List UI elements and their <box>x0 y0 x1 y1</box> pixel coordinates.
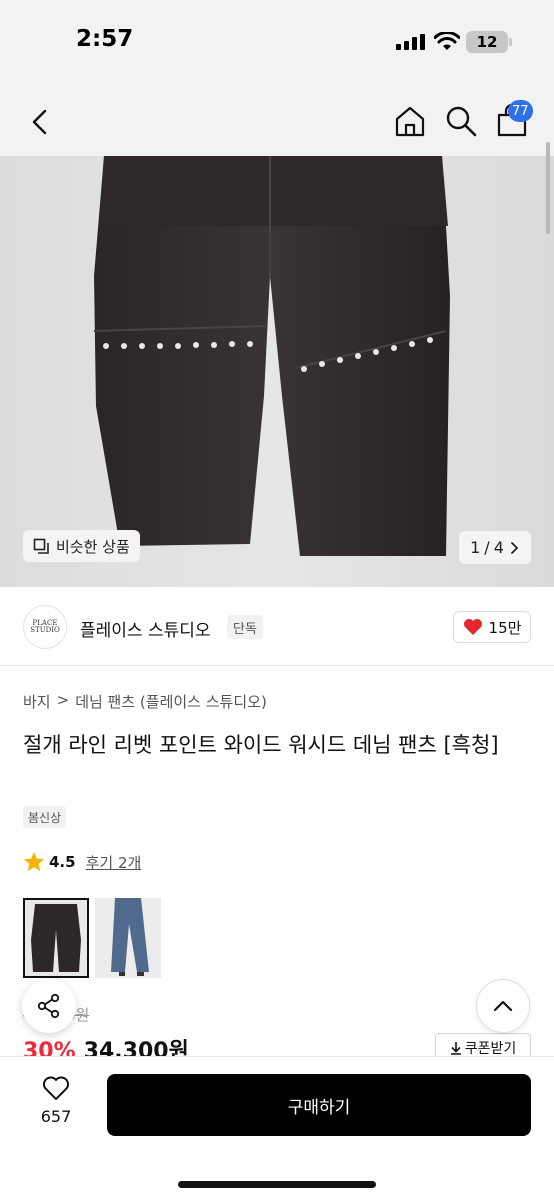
app-header <box>0 90 554 156</box>
chevron-up-icon <box>493 1000 513 1012</box>
wishlist-button[interactable]: 657 <box>20 1075 92 1137</box>
buy-button[interactable]: 구매하기 <box>107 1074 531 1136</box>
share-icon <box>37 993 60 1019</box>
brand-like-count: 15만 <box>488 618 522 637</box>
rating-row: 4.5 후기 2개 <box>23 851 141 873</box>
breadcrumb-subcategory[interactable]: 데님 팬츠 (플레이스 스튜디오) <box>75 691 267 712</box>
page-current: 1 <box>470 538 481 557</box>
wishlist-count: 657 <box>40 1107 72 1126</box>
page-total: 4 <box>493 538 504 557</box>
breadcrumb-separator: > <box>56 691 70 709</box>
similar-icon <box>33 538 49 554</box>
heart-outline-icon <box>43 1076 69 1100</box>
status-bar: 2:57 12 <box>0 0 554 90</box>
coupon-label: 쿠폰받기 <box>464 1041 517 1057</box>
battery-tip <box>509 38 512 46</box>
page-separator: / <box>484 538 490 557</box>
product-image-gallery[interactable] <box>0 156 554 587</box>
thumbnail-image <box>111 898 149 976</box>
home-icon[interactable] <box>392 103 428 139</box>
heart-icon <box>463 619 482 635</box>
bottom-action-bar: 657 구매하기 <box>0 1056 554 1200</box>
brand-row: PLACE STUDIO 플레이스 스튜디오 단독 15만 <box>0 600 554 666</box>
breadcrumb-category[interactable]: 바지 <box>23 691 51 712</box>
share-button[interactable] <box>22 979 76 1033</box>
search-icon[interactable] <box>443 103 479 139</box>
image-page-indicator[interactable]: 1 / 4 <box>459 531 531 564</box>
color-thumbnail-blue[interactable] <box>95 898 161 978</box>
chevron-right-icon <box>510 541 519 554</box>
product-title: 절개 라인 리벳 포인트 와이드 워시드 데님 팬츠 [흑청] <box>23 733 499 757</box>
breadcrumb: 바지 > 데님 팬츠 (플레이스 스튜디오) <box>23 691 267 712</box>
signal-icon <box>396 34 425 50</box>
similar-products-button[interactable]: 비슷한 상품 <box>23 530 140 562</box>
similar-products-label: 비슷한 상품 <box>56 537 130 556</box>
back-icon[interactable] <box>24 105 58 139</box>
rating-score: 4.5 <box>49 853 76 871</box>
home-indicator <box>178 1181 376 1188</box>
thumbnail-image <box>31 904 81 972</box>
color-thumbnail-black[interactable] <box>23 898 89 978</box>
download-icon <box>450 1042 461 1055</box>
scroll-to-top-button[interactable] <box>476 979 530 1033</box>
review-link[interactable]: 후기 2개 <box>86 852 142 873</box>
brand-like-button[interactable]: 15만 <box>453 611 531 643</box>
brand-logo[interactable]: PLACE STUDIO <box>23 605 67 649</box>
scroll-indicator[interactable] <box>546 142 550 234</box>
season-tag: 봄신상 <box>23 806 67 828</box>
brand-name[interactable]: 플레이스 스튜디오 <box>80 616 211 641</box>
status-time: 2:57 <box>76 26 134 52</box>
product-image-jeans <box>93 156 450 556</box>
star-icon <box>24 852 44 871</box>
battery-indicator: 12 <box>466 31 508 53</box>
exclusive-tag: 단독 <box>227 615 263 639</box>
cart-count-badge: 77 <box>508 100 533 122</box>
wifi-icon <box>434 32 460 50</box>
